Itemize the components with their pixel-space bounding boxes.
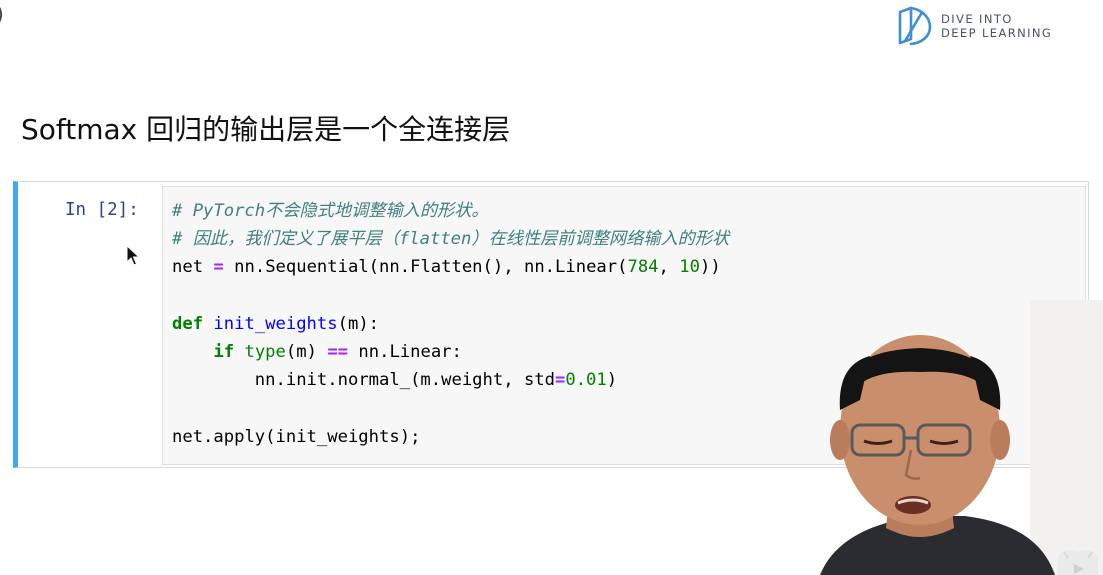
code-keyword: if — [213, 341, 235, 362]
code-number: 10 — [679, 257, 700, 278]
code-punctuation: , — [503, 370, 514, 391]
code-punctuation: ) — [358, 313, 369, 334]
code-punctuation: ( — [337, 313, 348, 334]
code-builtin: type — [244, 341, 286, 362]
code-punctuation: ) — [492, 257, 504, 278]
presenter-video — [820, 300, 1103, 575]
logo-line-2: DEEP LEARNING — [941, 26, 1053, 40]
code-identifier: Linear — [389, 341, 452, 362]
code-identifier: net — [172, 257, 204, 278]
logo-line-1: DIVE INTO — [941, 12, 1013, 26]
code-line-2: # 因此，我们定义了展平层（flatten）在线性层前调整网络输入的形状 — [172, 225, 729, 253]
code-punctuation: . — [430, 370, 442, 391]
mouse-pointer-icon — [126, 245, 140, 266]
slide-title: Softmax 回归的输出层是一个全连接层 — [21, 113, 511, 146]
code-punctuation: . — [379, 341, 390, 362]
code-identifier: weight — [441, 370, 504, 391]
code-punctuation: ( — [410, 370, 421, 391]
code-punctuation: . — [254, 257, 266, 278]
code-identifier: Flatten — [410, 257, 483, 278]
code-punctuation: ) — [699, 257, 711, 278]
code-punctuation: . — [544, 257, 556, 278]
code-line-5: def init_weights(m): — [172, 310, 729, 338]
code-identifier: nn — [523, 257, 545, 278]
code-punctuation: ( — [265, 426, 276, 447]
code-identifier: nn — [234, 257, 255, 278]
code-identifier: normal_ — [337, 370, 411, 391]
corner-glyph: ) — [0, 2, 4, 26]
code-punctuation: ( — [482, 257, 493, 278]
code-line-6: if type(m) == nn.Linear: — [172, 338, 729, 366]
code-comment: # 因此，我们定义了展平层（flatten）在线性层前调整网络输入的形状 — [172, 229, 730, 250]
cell-prompt: In [2]: — [65, 200, 139, 220]
code-punctuation: . — [399, 257, 411, 278]
code-punctuation: ) — [399, 426, 411, 447]
code-operator: = — [213, 257, 224, 278]
code-punctuation: ) — [606, 370, 618, 391]
code-line-9: net.apply(init_weights); — [172, 423, 729, 451]
code-identifier: nn — [379, 257, 400, 278]
code-punctuation: , — [658, 257, 669, 278]
code-identifier: nn — [358, 341, 380, 362]
code-operator: == — [327, 341, 349, 362]
code-punctuation: ; — [410, 426, 421, 447]
code-punctuation: ( — [617, 257, 628, 278]
code-punctuation: : — [368, 313, 380, 334]
code-number: 784 — [627, 257, 659, 278]
code-punctuation: . — [275, 370, 286, 391]
video-watermark-icon — [1058, 550, 1098, 575]
code-function-name: init_weights — [213, 313, 338, 334]
code-line-1: # PyTorch不会隐式地调整输入的形状。 — [172, 197, 729, 225]
code-punctuation: ( — [368, 257, 380, 278]
code-identifier: init — [285, 370, 328, 391]
code-identifier: m — [296, 341, 307, 362]
code-punctuation: ) — [710, 257, 721, 278]
code-identifier: net — [172, 426, 204, 447]
logo-text: DIVE INTO DEEP LEARNING — [941, 12, 1052, 40]
code-line-7: nn.init.normal_(m.weight, std=0.01) — [172, 366, 729, 394]
code-comment: # PyTorch不会隐式地调整输入的形状。 — [172, 201, 489, 221]
code-punctuation: : — [451, 341, 462, 362]
code-identifier: init_weights — [275, 426, 400, 447]
code-identifier: nn — [254, 370, 276, 391]
code-punctuation: ( — [285, 341, 297, 362]
code-punctuation: ) — [306, 341, 317, 362]
code-identifier: Sequential — [265, 257, 369, 278]
code-punctuation: . — [327, 370, 338, 391]
code-identifier: m — [347, 313, 359, 334]
code-identifier: Linear — [555, 257, 618, 278]
code-operator: = — [555, 370, 566, 391]
d2l-logo: DIVE INTO DEEP LEARNING — [897, 6, 1052, 46]
code-line-3: net = nn.Sequential(nn.Flatten(), nn.Lin… — [172, 253, 729, 281]
code-block: # PyTorch不会隐式地调整输入的形状。 # 因此，我们定义了展平层（flat… — [172, 197, 729, 451]
code-identifier: apply — [213, 426, 266, 447]
code-number: 0.01 — [565, 370, 607, 391]
code-punctuation: , — [503, 257, 514, 278]
code-punctuation: . — [203, 426, 214, 447]
code-identifier: std — [523, 370, 555, 391]
code-identifier: m — [420, 370, 431, 391]
code-keyword: def — [172, 313, 204, 334]
book-logo-icon — [898, 6, 932, 46]
